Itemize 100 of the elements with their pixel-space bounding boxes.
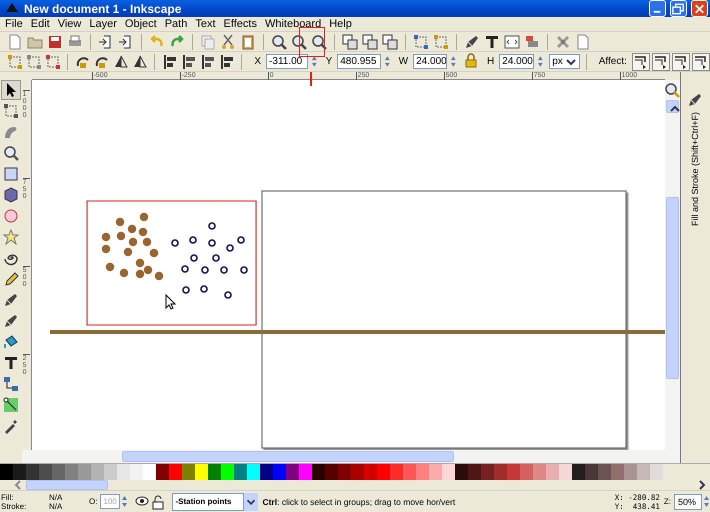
color-swatch[interactable] <box>247 464 260 480</box>
color-swatch[interactable] <box>156 464 169 480</box>
color-swatch[interactable] <box>338 464 351 480</box>
spin-arrows-icon[interactable] <box>121 494 128 510</box>
menu-item[interactable]: Help <box>326 18 357 30</box>
color-swatch[interactable] <box>650 464 663 480</box>
color-swatch[interactable] <box>585 464 598 480</box>
color-swatch[interactable] <box>182 464 195 480</box>
preferences-icon[interactable] <box>555 34 571 50</box>
color-swatch[interactable] <box>299 464 312 480</box>
color-swatch[interactable] <box>546 464 559 480</box>
color-swatch[interactable] <box>286 464 299 480</box>
color-swatch[interactable] <box>91 464 104 480</box>
color-swatch[interactable] <box>494 464 507 480</box>
menu-item[interactable]: File <box>2 18 28 30</box>
menu-item[interactable]: Edit <box>28 18 55 30</box>
color-swatch[interactable] <box>507 464 520 480</box>
color-swatch[interactable] <box>572 464 585 480</box>
color-swatch[interactable] <box>598 464 611 480</box>
color-swatch[interactable] <box>455 464 468 480</box>
dock-tab-title[interactable]: Fill and Stroke (Shift+Ctrl+F) <box>690 112 700 226</box>
stack-icon[interactable] <box>382 34 398 50</box>
color-swatch[interactable] <box>403 464 416 480</box>
ungroup-icon[interactable] <box>433 34 449 50</box>
zoom-page-icon[interactable] <box>311 34 327 50</box>
color-swatch[interactable] <box>169 464 182 480</box>
menu-item[interactable]: Path <box>162 18 192 30</box>
xml-editor-icon[interactable] <box>504 34 520 50</box>
menu-item[interactable]: Effects <box>220 18 262 30</box>
spin-arrows-icon[interactable] <box>384 54 391 70</box>
color-swatch[interactable] <box>351 464 364 480</box>
color-swatch[interactable] <box>117 464 130 480</box>
new-document-icon[interactable] <box>7 34 23 50</box>
color-swatch[interactable] <box>26 464 39 480</box>
flip-horizontal-icon[interactable] <box>112 54 129 70</box>
fill-stroke-icon[interactable] <box>687 92 704 108</box>
color-swatch[interactable] <box>325 464 338 480</box>
color-swatch[interactable] <box>273 464 286 480</box>
clone-icon[interactable] <box>362 34 378 50</box>
zoom-field[interactable]: 50% <box>674 494 702 510</box>
color-swatch[interactable] <box>520 464 533 480</box>
layers-icon[interactable] <box>524 34 540 50</box>
color-swatch[interactable] <box>416 464 429 480</box>
zoom-icon[interactable] <box>664 82 680 98</box>
color-swatch[interactable] <box>78 464 91 480</box>
color-swatch[interactable] <box>195 464 208 480</box>
pen-icon[interactable] <box>464 34 480 50</box>
color-swatch[interactable] <box>104 464 117 480</box>
menu-item[interactable]: Whiteboard <box>262 18 326 30</box>
spin-arrows-icon[interactable] <box>536 54 544 70</box>
lower-bottom-icon[interactable] <box>162 54 178 70</box>
menu-item[interactable]: Text <box>192 18 221 30</box>
raise-top-icon[interactable] <box>218 54 235 70</box>
cut-icon[interactable] <box>220 34 236 50</box>
color-swatch[interactable] <box>13 464 26 480</box>
color-swatch[interactable] <box>637 464 650 480</box>
padlock-icon[interactable] <box>150 494 166 510</box>
color-swatch[interactable] <box>130 464 143 480</box>
menu-item[interactable]: Object <box>122 18 162 30</box>
color-swatch[interactable] <box>559 464 572 480</box>
y-field[interactable]: 480.955 <box>337 54 382 70</box>
text-tool-icon[interactable] <box>484 34 500 50</box>
color-swatch[interactable] <box>234 464 247 480</box>
color-swatch[interactable] <box>65 464 78 480</box>
select-all-icon[interactable] <box>6 54 23 70</box>
invert-selection-icon[interactable] <box>44 54 61 70</box>
height-field[interactable]: 24.000 <box>499 54 534 70</box>
color-swatch[interactable] <box>260 464 273 480</box>
color-swatch[interactable] <box>312 464 325 480</box>
color-swatch[interactable] <box>377 464 390 480</box>
zoom-selection-icon[interactable] <box>271 34 287 50</box>
color-swatch[interactable] <box>364 464 377 480</box>
color-swatch[interactable] <box>481 464 494 480</box>
lower-icon[interactable] <box>180 54 197 70</box>
color-swatch[interactable] <box>208 464 221 480</box>
zoom-drawing-icon[interactable] <box>291 34 307 50</box>
color-swatch[interactable] <box>39 464 52 480</box>
scrollbar-thumb[interactable] <box>122 451 454 462</box>
raise-icon[interactable] <box>200 54 216 70</box>
flip-vertical-icon[interactable] <box>132 54 148 70</box>
color-swatch[interactable] <box>442 464 455 480</box>
spin-arrows-icon[interactable] <box>310 54 318 70</box>
menu-item[interactable]: Layer <box>86 18 122 30</box>
menu-item[interactable]: View <box>54 18 86 30</box>
group-icon[interactable] <box>413 34 429 50</box>
scrollbar-thumb[interactable] <box>26 480 108 490</box>
color-swatch[interactable] <box>221 464 234 480</box>
color-swatch[interactable] <box>468 464 481 480</box>
color-swatch[interactable] <box>533 464 546 480</box>
select-all-layers-icon[interactable] <box>26 54 42 70</box>
spin-arrows-icon[interactable] <box>450 54 458 70</box>
lock-icon[interactable] <box>463 52 480 68</box>
unit-dropdown[interactable]: px <box>549 54 580 70</box>
color-swatch[interactable] <box>624 464 637 480</box>
color-swatch[interactable] <box>0 464 13 480</box>
scrollbar-thumb[interactable] <box>666 197 679 380</box>
color-swatch[interactable] <box>390 464 403 480</box>
color-swatch[interactable] <box>429 464 442 480</box>
duplicate-icon[interactable] <box>342 34 358 50</box>
color-swatch[interactable] <box>143 464 156 480</box>
